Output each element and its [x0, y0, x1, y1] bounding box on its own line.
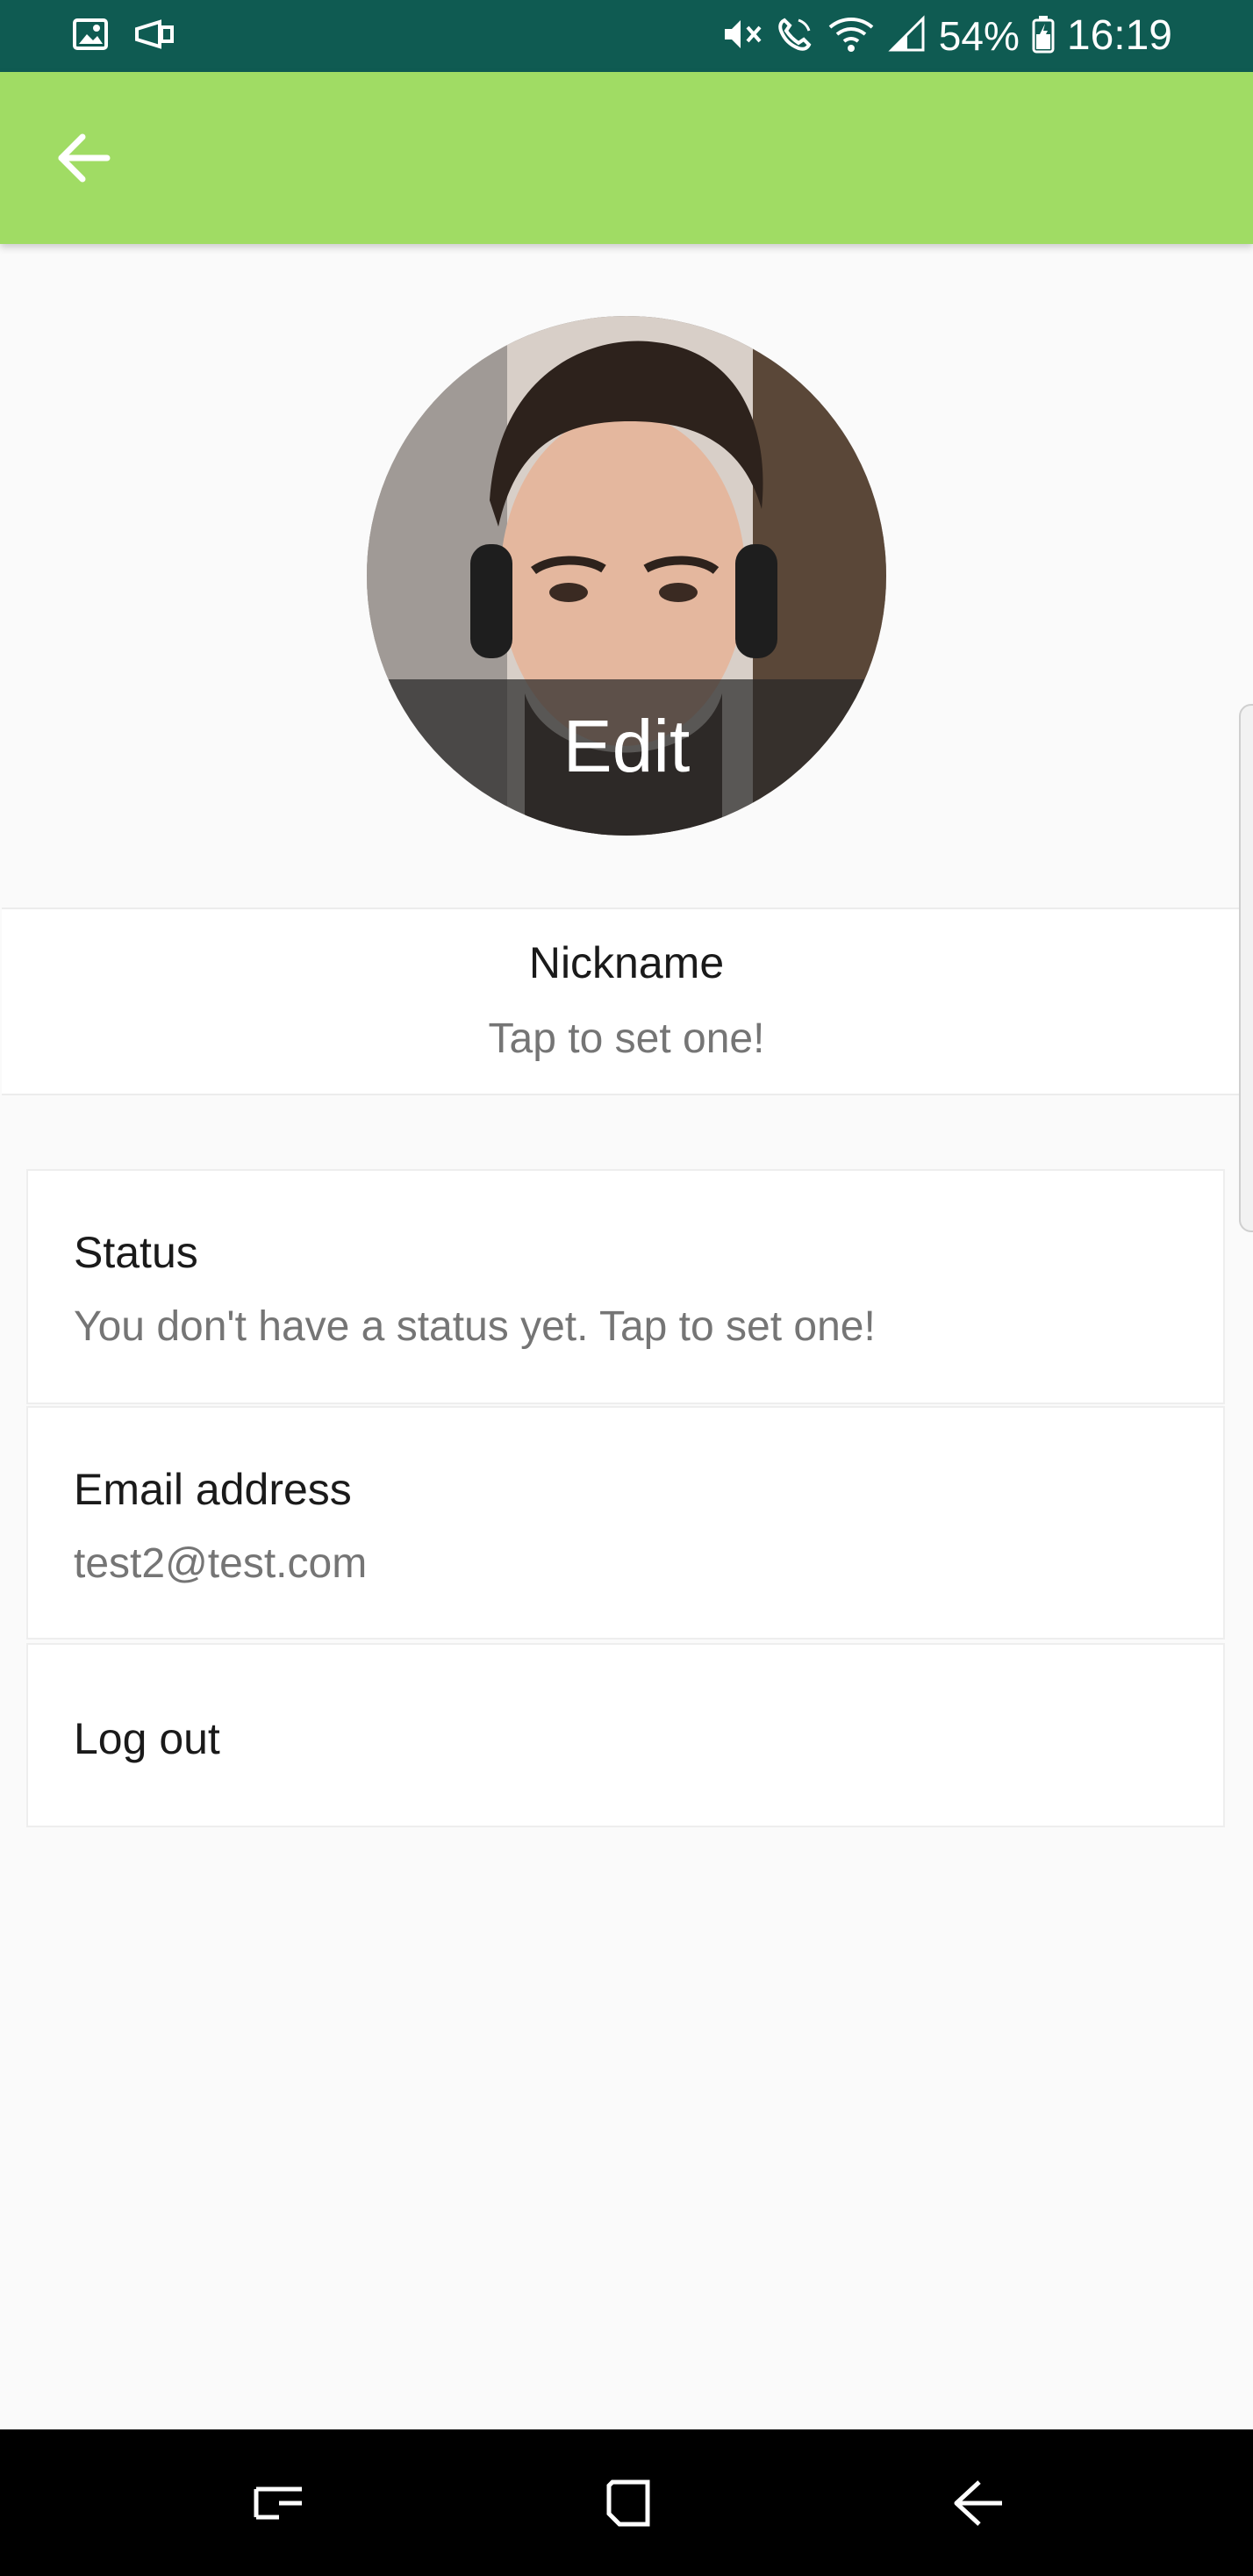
- back-icon: [944, 2480, 1014, 2542]
- profile-avatar[interactable]: Edit: [367, 316, 886, 836]
- email-title: Email address: [74, 1465, 352, 1514]
- logout-button[interactable]: Log out: [26, 1643, 1225, 1827]
- battery-percent: 54%: [938, 13, 1020, 59]
- recents-button[interactable]: [244, 2468, 314, 2538]
- edit-avatar-label: Edit: [562, 705, 691, 787]
- mute-icon: [721, 15, 763, 58]
- status-bar: 54% 16:19: [0, 0, 1253, 72]
- status-value: You don't have a status yet. Tap to set …: [74, 1303, 876, 1350]
- system-back-button[interactable]: [944, 2468, 1014, 2538]
- recents-icon: [244, 2486, 314, 2542]
- cast-icon: [133, 17, 177, 56]
- home-button[interactable]: [593, 2468, 663, 2538]
- clock: 16:19: [1066, 12, 1172, 59]
- arrow-back-icon: [49, 133, 119, 197]
- nickname-hint: Tap to set one!: [488, 1015, 765, 1062]
- nickname-card[interactable]: Nickname Tap to set one!: [2, 908, 1251, 1095]
- status-title: Status: [74, 1228, 198, 1277]
- status-card[interactable]: Status You don't have a status yet. Tap …: [26, 1169, 1225, 1404]
- email-card[interactable]: Email address test2@test.com: [26, 1406, 1225, 1640]
- edge-panel-handle[interactable]: [1239, 704, 1253, 1232]
- logout-label: Log out: [74, 1714, 220, 1763]
- email-value: test2@test.com: [74, 1540, 368, 1587]
- wifi-icon: [827, 15, 876, 58]
- nickname-title: Nickname: [528, 938, 725, 987]
- signal-icon: [888, 14, 927, 58]
- battery-icon: [1032, 15, 1055, 58]
- back-button[interactable]: [49, 123, 119, 193]
- home-icon: [593, 2479, 663, 2542]
- volte-call-icon: [776, 15, 814, 58]
- notification-icons: [72, 16, 177, 56]
- navigation-bar: [0, 2429, 1253, 2576]
- app-bar: [0, 72, 1253, 244]
- gallery-icon: [72, 17, 109, 56]
- system-icons: 54% 16:19: [721, 12, 1172, 60]
